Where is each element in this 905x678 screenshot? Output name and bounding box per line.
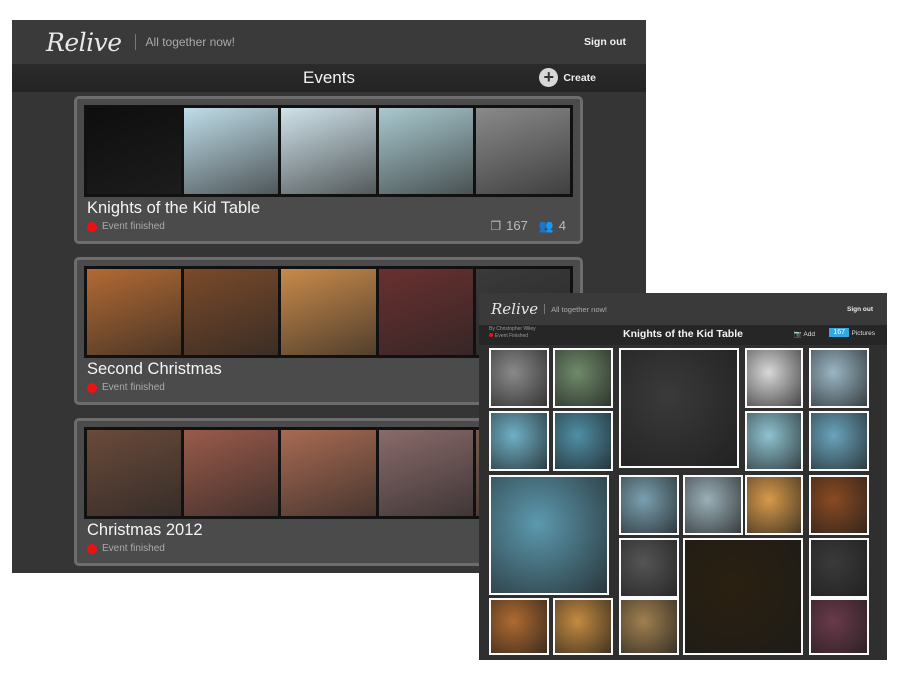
pictures-label: Pictures: [851, 330, 875, 337]
page-title: Events: [303, 68, 355, 87]
event-card-knights[interactable]: Knights of the Kid Table Event finished …: [74, 96, 583, 244]
picture-count-badge: 167: [829, 328, 849, 337]
status-text: Event finished: [102, 543, 165, 554]
photo-tile[interactable]: [683, 538, 803, 655]
photo-thumb: [87, 430, 182, 516]
status-dot-icon: [87, 221, 97, 232]
add-photos-button[interactable]: 📷 Add: [794, 330, 815, 338]
status-text: Event finished: [102, 382, 165, 393]
photo-tile[interactable]: [489, 348, 549, 408]
people-count: 4: [558, 218, 566, 233]
sign-out-link[interactable]: Sign out: [584, 36, 626, 48]
photo-tile[interactable]: [809, 411, 869, 471]
photo-tile[interactable]: [553, 411, 613, 471]
tagline: All together now!: [145, 35, 235, 49]
logo-divider: [544, 304, 546, 314]
photo-thumb: [281, 108, 376, 194]
photo-strip: [84, 105, 573, 197]
photo-thumb: [184, 108, 279, 194]
status-dot-icon: [87, 543, 97, 554]
photo-thumb: [87, 108, 182, 194]
photo-thumb: [184, 430, 279, 516]
photo-tile[interactable]: [745, 348, 803, 408]
photo-tile[interactable]: [809, 475, 869, 535]
detail-title-bar: By Christopher Wiley Event Finished Knig…: [479, 325, 887, 345]
photo-count: 167: [506, 218, 528, 233]
photo-thumb: [475, 108, 571, 194]
photo-tile[interactable]: [489, 475, 609, 595]
logo-divider: [134, 34, 136, 50]
create-label: Create: [563, 71, 596, 84]
event-stats: ❐ 167 👥 4: [490, 218, 566, 233]
photo-tile[interactable]: [745, 411, 803, 471]
sign-out-link[interactable]: Sign out: [847, 306, 873, 313]
photo-tile[interactable]: [489, 598, 549, 655]
status-text: Event finished: [102, 221, 165, 232]
event-name[interactable]: Christmas 2012: [87, 521, 203, 540]
event-status: Event finished: [87, 221, 165, 232]
plus-icon: +: [539, 68, 559, 87]
detail-top-bar: Relive All together now! Sign out: [479, 293, 887, 325]
photo-tile[interactable]: [489, 411, 549, 471]
photo-thumb: [184, 269, 279, 355]
photo-tile[interactable]: [619, 475, 679, 535]
photo-tile[interactable]: [683, 475, 743, 535]
photo-tile[interactable]: [809, 598, 869, 655]
event-status: Event finished: [87, 382, 165, 393]
photo-thumb: [87, 269, 182, 355]
people-icon: 👥: [538, 218, 554, 233]
photo-thumb: [281, 269, 376, 355]
photo-tile[interactable]: [809, 538, 869, 598]
title-bar: Events + Create: [12, 64, 646, 92]
photo-thumb: [281, 430, 376, 516]
event-name[interactable]: Knights of the Kid Table: [87, 199, 260, 218]
event-detail-window: Relive All together now! Sign out By Chr…: [479, 293, 887, 660]
photo-thumb: [378, 269, 473, 355]
event-status: Event finished: [87, 543, 165, 554]
relive-logo[interactable]: Relive: [46, 28, 122, 57]
photo-thumb: [378, 430, 473, 516]
status-dot-icon: [87, 382, 97, 393]
relive-logo[interactable]: Relive: [491, 300, 538, 318]
photos-icon: ❐: [490, 218, 502, 233]
top-bar: Relive All together now! Sign out: [12, 20, 646, 64]
add-label: Add: [803, 331, 815, 338]
photo-tile[interactable]: [553, 348, 613, 408]
photo-tile[interactable]: [809, 348, 869, 408]
create-button[interactable]: + Create: [539, 68, 596, 87]
photo-tile[interactable]: [619, 538, 679, 598]
photo-thumb: [378, 108, 473, 194]
tagline: All together now!: [551, 304, 607, 314]
photo-tile[interactable]: [619, 598, 679, 655]
photo-tile[interactable]: [619, 348, 739, 468]
camera-icon: 📷: [793, 331, 802, 338]
event-name[interactable]: Second Christmas: [87, 360, 222, 379]
photo-tile[interactable]: [745, 475, 803, 535]
photo-tile[interactable]: [553, 598, 613, 655]
event-title: Knights of the Kid Table: [623, 328, 743, 340]
